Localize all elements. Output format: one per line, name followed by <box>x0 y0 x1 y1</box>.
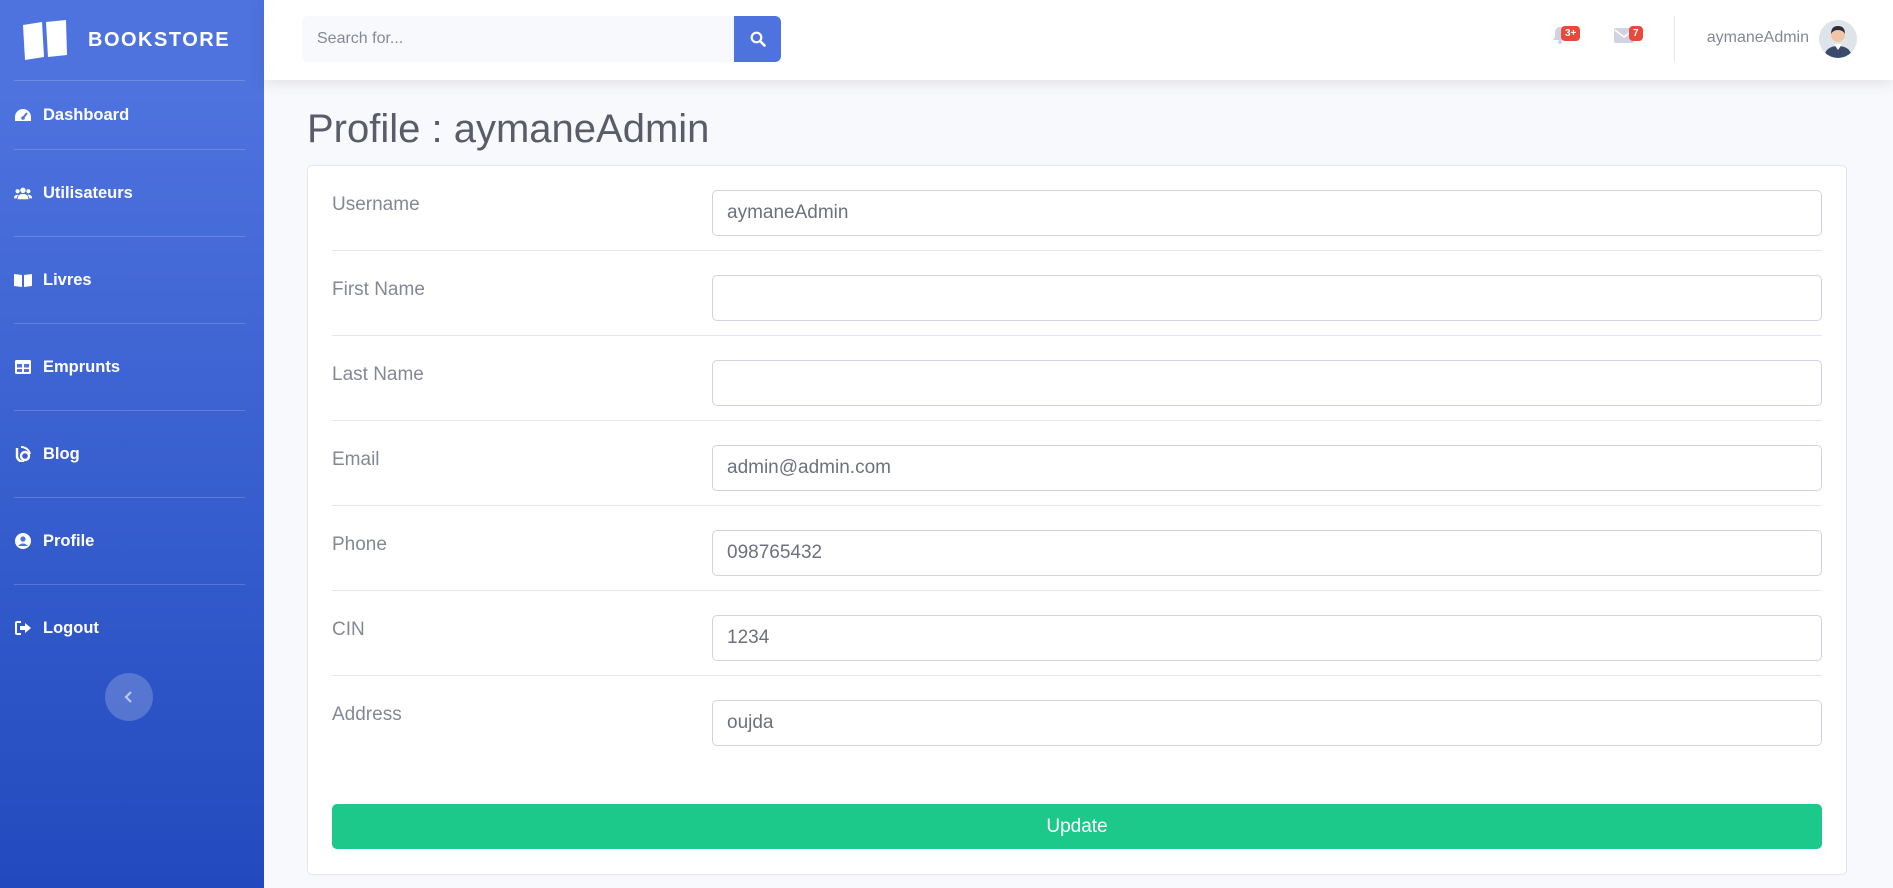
search-icon <box>750 31 766 47</box>
form-row-username: Username <box>332 166 1822 251</box>
phone-field[interactable] <box>712 530 1822 576</box>
email-field[interactable] <box>712 445 1822 491</box>
form-row-phone: Phone <box>332 506 1822 591</box>
last-name-label: Last Name <box>332 364 424 385</box>
first-name-label: First Name <box>332 279 425 300</box>
sidebar-item-label: Emprunts <box>43 357 121 376</box>
search-button[interactable] <box>734 16 781 62</box>
email-label: Email <box>332 449 380 470</box>
users-icon <box>14 184 32 202</box>
username-field[interactable] <box>712 190 1822 236</box>
last-name-field[interactable] <box>712 360 1822 406</box>
sidebar-item-logout[interactable]: Logout <box>0 585 264 671</box>
sidebar-item-label: Blog <box>43 444 80 463</box>
sidebar-item-label: Logout <box>43 618 99 637</box>
messages-dropdown[interactable]: 7 <box>1614 26 1643 48</box>
book-icon <box>14 271 32 289</box>
search-input[interactable] <box>302 16 734 62</box>
tachometer-icon <box>14 106 32 124</box>
user-circle-icon <box>14 532 32 550</box>
brand-link[interactable]: BOOKSTORE <box>0 0 264 80</box>
form-row-address: Address <box>332 676 1822 761</box>
messages-badge: 7 <box>1629 26 1643 41</box>
book-open-icon <box>23 20 67 60</box>
phone-label: Phone <box>332 534 387 555</box>
sidebar-item-label: Dashboard <box>43 105 130 124</box>
sidebar-item-blog[interactable]: Blog <box>0 411 264 497</box>
profile-card: Username First Name Last Name Email Phon… <box>307 165 1847 875</box>
sidebar-item-label: Livres <box>43 270 92 289</box>
username-label: Username <box>332 194 420 215</box>
sidebar-toggle-button[interactable] <box>105 673 153 721</box>
address-label: Address <box>332 704 402 725</box>
cin-label: CIN <box>332 619 365 640</box>
cin-field[interactable] <box>712 615 1822 661</box>
table-icon <box>14 358 32 376</box>
update-button[interactable]: Update <box>332 804 1822 849</box>
blog-icon <box>14 445 32 463</box>
sidebar-item-livres[interactable]: Livres <box>0 237 264 323</box>
alerts-dropdown[interactable]: 3+ <box>1552 26 1581 49</box>
first-name-field[interactable] <box>712 275 1822 321</box>
sidebar-item-profile[interactable]: Profile <box>0 498 264 584</box>
sidebar-item-label: Utilisateurs <box>43 183 133 202</box>
topbar: 3+ 7 aymaneAdmin <box>264 0 1893 80</box>
sidebar-item-label: Profile <box>43 531 95 550</box>
topbar-divider <box>1674 16 1675 62</box>
alerts-badge: 3+ <box>1561 26 1581 41</box>
chevron-left-icon <box>124 691 132 703</box>
sign-out-icon <box>14 619 32 637</box>
search-bar <box>302 16 781 62</box>
user-name[interactable]: aymaneAdmin <box>1707 29 1809 47</box>
avatar[interactable] <box>1819 20 1857 58</box>
page-title: Profile : aymaneAdmin <box>307 107 710 151</box>
form-row-last-name: Last Name <box>332 336 1822 421</box>
form-row-first-name: First Name <box>332 251 1822 336</box>
form-row-cin: CIN <box>332 591 1822 676</box>
sidebar-item-emprunts[interactable]: Emprunts <box>0 324 264 410</box>
sidebar-item-utilisateurs[interactable]: Utilisateurs <box>0 150 264 236</box>
sidebar: BOOKSTORE Dashboard Utilisateurs Livres … <box>0 0 264 888</box>
address-field[interactable] <box>712 700 1822 746</box>
form-row-email: Email <box>332 421 1822 506</box>
sidebar-item-dashboard[interactable]: Dashboard <box>0 81 264 149</box>
brand-name: BOOKSTORE <box>88 28 231 51</box>
